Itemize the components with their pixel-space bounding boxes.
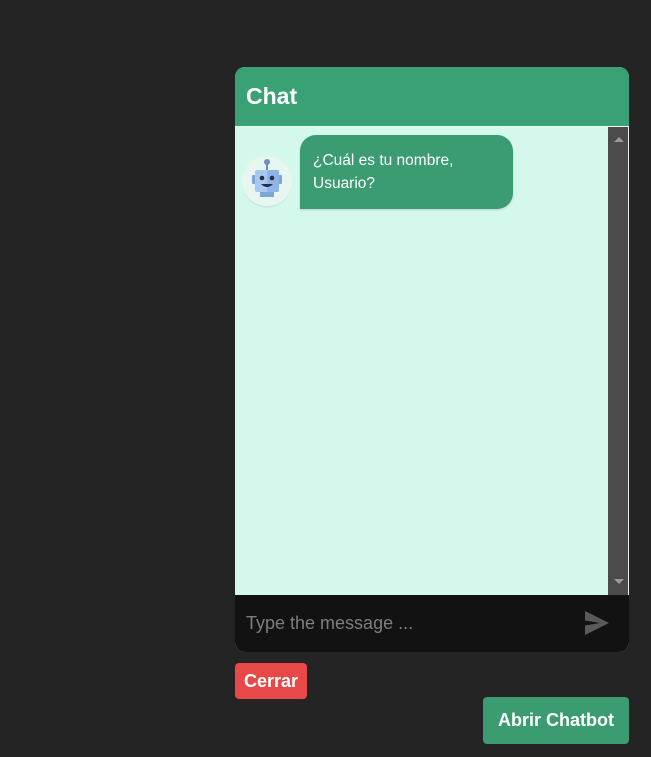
- robot-icon: [252, 159, 282, 197]
- scroll-up-arrow-icon[interactable]: [614, 137, 624, 142]
- close-button[interactable]: Cerrar: [235, 663, 307, 699]
- open-chatbot-button[interactable]: Abrir Chatbot: [483, 697, 629, 744]
- chat-messages[interactable]: ¿Cuál es tu nombre, Usuario?: [235, 127, 607, 595]
- send-button[interactable]: [582, 609, 612, 637]
- bot-message-text: ¿Cuál es tu nombre, Usuario?: [313, 152, 454, 192]
- scroll-down-arrow-icon[interactable]: [614, 579, 624, 584]
- chat-input-bar: [235, 595, 629, 652]
- send-icon: [585, 611, 609, 635]
- chat-title: Chat: [246, 83, 298, 109]
- bot-avatar: [242, 156, 292, 208]
- chat-window: Chat ¿Cuál es tu nombre, Usuario?: [235, 67, 629, 652]
- bot-message-bubble: ¿Cuál es tu nombre, Usuario?: [300, 135, 513, 209]
- chat-header: Chat: [235, 67, 629, 127]
- message-input[interactable]: [235, 595, 575, 652]
- scrollbar-track[interactable]: [608, 127, 628, 595]
- chat-scrollbar[interactable]: [607, 127, 629, 595]
